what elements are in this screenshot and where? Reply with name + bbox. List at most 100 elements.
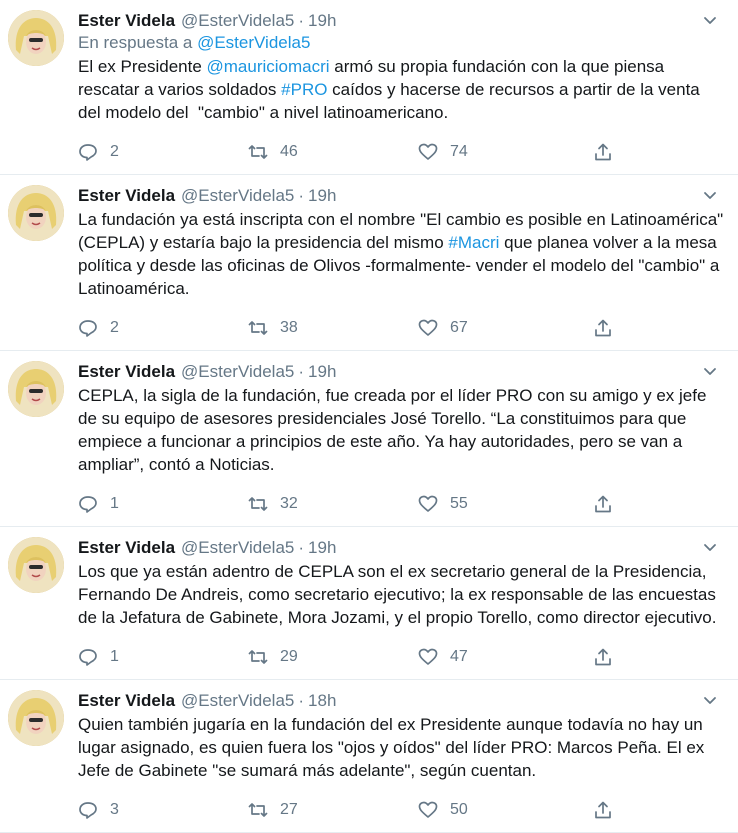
tweet-actions: 2 38 67	[78, 306, 724, 350]
avatar[interactable]	[8, 361, 64, 417]
timestamp[interactable]: 19h	[308, 185, 336, 207]
tweet-link[interactable]: #Macri	[448, 233, 499, 252]
share-button[interactable]	[593, 142, 623, 162]
tweet-text-segment: El ex Presidente	[78, 57, 207, 76]
chevron-down-icon[interactable]	[700, 690, 720, 710]
username[interactable]: @EsterVidela5	[181, 361, 294, 383]
tweet-link[interactable]: @mauriciomacri	[207, 57, 330, 76]
username[interactable]: @EsterVidela5	[181, 10, 294, 32]
timestamp[interactable]: 18h	[308, 690, 336, 712]
reply-count: 2	[110, 143, 119, 160]
retweet-icon	[248, 145, 268, 159]
retweet-count: 29	[280, 648, 298, 665]
like-button[interactable]: 74	[418, 142, 593, 162]
timestamp[interactable]: 19h	[308, 361, 336, 383]
like-icon	[418, 319, 438, 336]
display-name[interactable]: Ester Videla	[78, 361, 175, 383]
tweet-text-segment: CEPLA, la sigla de la fundación, fue cre…	[78, 386, 712, 474]
display-name[interactable]: Ester Videla	[78, 10, 175, 32]
like-count: 67	[450, 319, 468, 336]
retweet-icon	[248, 803, 268, 817]
reply-count: 1	[110, 648, 119, 665]
reply-context: En respuesta a @EsterVidela5	[78, 32, 724, 54]
tweet-link[interactable]: #PRO	[281, 80, 327, 99]
chevron-down-icon[interactable]	[700, 537, 720, 557]
retweet-button[interactable]: 29	[248, 647, 418, 667]
retweet-button[interactable]: 32	[248, 494, 418, 514]
tweet[interactable]: Ester Videla @EsterVidela5 · 19h En resp…	[0, 0, 738, 175]
like-button[interactable]: 67	[418, 318, 593, 338]
tweet[interactable]: Ester Videla @EsterVidela5 · 19h Los que…	[0, 527, 738, 680]
like-button[interactable]: 47	[418, 647, 593, 667]
timestamp[interactable]: 19h	[308, 537, 336, 559]
share-button[interactable]	[593, 318, 623, 338]
username[interactable]: @EsterVidela5	[181, 185, 294, 207]
display-name[interactable]: Ester Videla	[78, 690, 175, 712]
like-icon	[418, 801, 438, 818]
separator-dot: ·	[298, 11, 305, 30]
separator-dot: ·	[298, 691, 305, 710]
tweet-text-segment: Quien también jugaría en la fundación de…	[78, 715, 710, 780]
chevron-down-icon[interactable]	[700, 10, 720, 30]
like-icon	[418, 495, 438, 512]
reply-icon	[79, 144, 97, 161]
share-icon	[595, 801, 611, 819]
avatar[interactable]	[8, 10, 64, 66]
tweet[interactable]: Ester Videla @EsterVidela5 · 19h La fund…	[0, 175, 738, 351]
retweet-button[interactable]: 38	[248, 318, 418, 338]
tweet-header: Ester Videla @EsterVidela5 · 19h	[78, 361, 724, 383]
reply-count: 3	[110, 801, 119, 818]
tweet-header: Ester Videla @EsterVidela5 · 19h	[78, 185, 724, 207]
reply-mention-link[interactable]: @EsterVidela5	[197, 33, 310, 52]
reply-prefix: En respuesta a	[78, 33, 198, 52]
avatar[interactable]	[8, 537, 64, 593]
retweet-count: 27	[280, 801, 298, 818]
reply-button[interactable]: 1	[78, 494, 248, 514]
tweet-header: Ester Videla @EsterVidela5 · 19h	[78, 537, 724, 559]
avatar[interactable]	[8, 185, 64, 241]
display-name[interactable]: Ester Videla	[78, 537, 175, 559]
username[interactable]: @EsterVidela5	[181, 537, 294, 559]
tweet[interactable]: Ester Videla @EsterVidela5 · 18h Quien t…	[0, 680, 738, 833]
retweet-button[interactable]: 46	[248, 142, 418, 162]
share-icon	[595, 648, 611, 666]
tweet-actions: 1 32 55	[78, 482, 724, 526]
like-icon	[418, 648, 438, 665]
username[interactable]: @EsterVidela5	[181, 690, 294, 712]
retweet-icon	[248, 497, 268, 511]
display-name[interactable]: Ester Videla	[78, 185, 175, 207]
retweet-button[interactable]: 27	[248, 800, 418, 820]
like-button[interactable]: 50	[418, 800, 593, 820]
tweet-text: Los que ya están adentro de CEPLA son el…	[78, 560, 724, 629]
reply-button[interactable]: 1	[78, 647, 248, 667]
share-button[interactable]	[593, 494, 623, 514]
share-button[interactable]	[593, 800, 623, 820]
timestamp[interactable]: 19h	[308, 10, 336, 32]
share-icon	[595, 143, 611, 161]
tweet-text: CEPLA, la sigla de la fundación, fue cre…	[78, 384, 724, 476]
tweet-actions: 3 27 50	[78, 788, 724, 832]
reply-icon	[79, 649, 97, 666]
reply-icon	[79, 320, 97, 337]
tweet-text: El ex Presidente @mauriciomacri armó su …	[78, 55, 724, 124]
share-button[interactable]	[593, 647, 623, 667]
reply-count: 2	[110, 319, 119, 336]
reply-button[interactable]: 2	[78, 318, 248, 338]
retweet-icon	[248, 650, 268, 664]
reply-button[interactable]: 3	[78, 800, 248, 820]
tweet-header: Ester Videla @EsterVidela5 · 18h	[78, 690, 724, 712]
tweet[interactable]: Ester Videla @EsterVidela5 · 19h CEPLA, …	[0, 351, 738, 527]
chevron-down-icon[interactable]	[700, 185, 720, 205]
tweet-text-segment: Los que ya están adentro de CEPLA son el…	[78, 562, 721, 627]
like-count: 50	[450, 801, 468, 818]
like-icon	[418, 143, 438, 160]
like-button[interactable]: 55	[418, 494, 593, 514]
chevron-down-icon[interactable]	[700, 361, 720, 381]
share-icon	[595, 319, 611, 337]
avatar[interactable]	[8, 690, 64, 746]
retweet-count: 38	[280, 319, 298, 336]
reply-button[interactable]: 2	[78, 142, 248, 162]
separator-dot: ·	[298, 538, 305, 557]
like-count: 74	[450, 143, 468, 160]
share-icon	[595, 495, 611, 513]
